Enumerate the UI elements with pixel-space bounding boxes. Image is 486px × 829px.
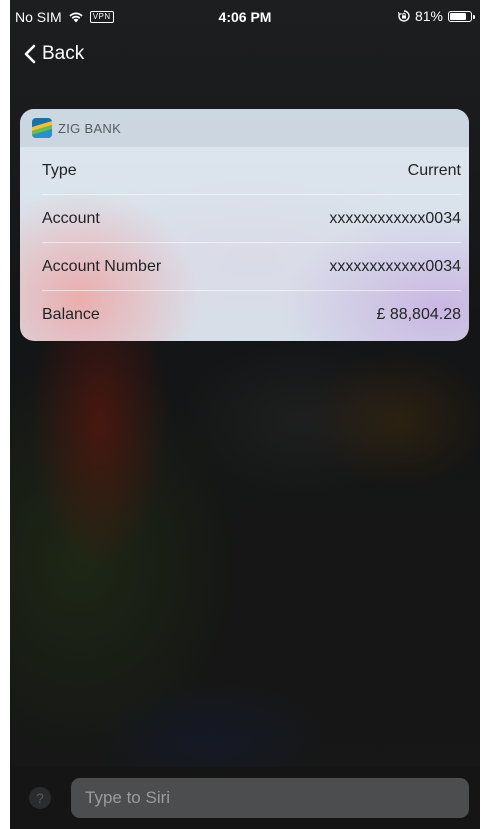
zig-bank-logo-icon <box>32 118 52 138</box>
row-balance: Balance £ 88,804.28 <box>42 291 461 339</box>
row-value: Current <box>407 161 461 179</box>
row-label: Balance <box>42 306 100 323</box>
help-button[interactable]: ? <box>29 787 51 809</box>
status-right: 81% <box>397 8 475 24</box>
row-value: xxxxxxxxxxxx0034 <box>329 257 461 275</box>
siri-input-bar: ? <box>10 767 480 829</box>
siri-screen: No SIM VPN 4:06 PM 81% Back ZIG BANK Typ… <box>10 0 480 829</box>
row-value: £ 88,804.28 <box>376 306 461 323</box>
battery-fill <box>450 12 467 20</box>
row-label: Account Number <box>42 257 162 275</box>
battery-percent: 81% <box>414 8 443 24</box>
row-account: Account xxxxxxxxxxxx0034 <box>42 195 461 243</box>
bank-account-card: ZIG BANK Type Current Account xxxxxxxxxx… <box>20 109 469 341</box>
chevron-left-icon <box>24 44 36 64</box>
battery-tip <box>473 14 475 19</box>
card-header: ZIG BANK <box>20 109 469 147</box>
back-label: Back <box>42 43 85 64</box>
row-label: Account <box>42 209 100 227</box>
row-label: Type <box>42 161 77 179</box>
row-value: xxxxxxxxxxxx0034 <box>329 209 461 227</box>
battery-icon <box>448 10 475 22</box>
card-app-name: ZIG BANK <box>58 120 122 136</box>
siri-text-input[interactable] <box>71 778 469 818</box>
status-bar: No SIM VPN 4:06 PM 81% <box>10 0 480 34</box>
back-button[interactable]: Back <box>24 43 84 65</box>
orientation-lock-icon <box>397 10 410 22</box>
card-rows: Type Current Account xxxxxxxxxxxx0034 Ac… <box>42 147 461 339</box>
row-type: Type Current <box>42 147 461 195</box>
row-account-number: Account Number xxxxxxxxxxxx0034 <box>42 243 461 291</box>
